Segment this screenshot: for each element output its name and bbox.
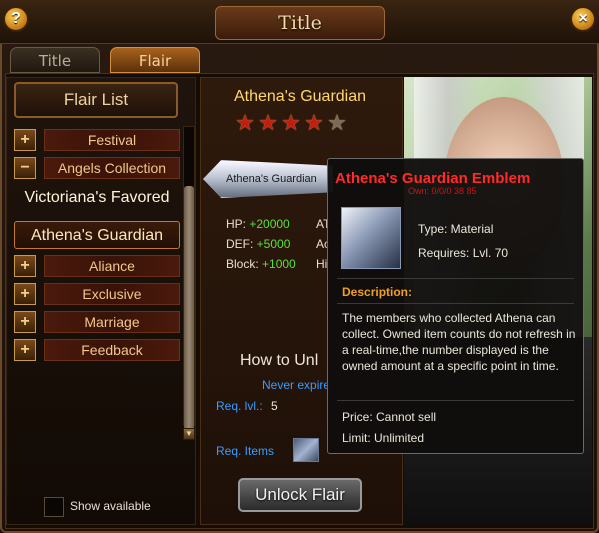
divider (337, 400, 574, 401)
stat-hit: Hi (316, 257, 328, 271)
req-items-label: Req. Items (216, 444, 275, 458)
tooltip-price: Price: Cannot sell (342, 410, 437, 424)
category-label[interactable]: Exclusive (44, 283, 180, 305)
scroll-down-icon[interactable]: ▼ (183, 428, 195, 440)
tooltip-own-count: Own: 0/0/0 38 85 (408, 186, 477, 196)
tooltip-type: Type: Material (418, 222, 494, 236)
expiry-text: Never expire (262, 378, 331, 392)
emblem-label: Athena's Guardian (226, 173, 317, 185)
tooltip-description-header: Description: (342, 285, 413, 299)
stat-hp: HP: +20000 (226, 217, 290, 231)
required-item-icon[interactable] (293, 438, 319, 462)
stat-def: DEF: +5000 (226, 237, 290, 251)
req-level-label: Req. lvl.: (216, 399, 263, 413)
unlock-flair-button[interactable]: Unlock Flair (238, 478, 362, 512)
stat-value: +5000 (256, 237, 291, 251)
tooltip-description: The members who collected Athena can col… (342, 311, 576, 373)
stat-label: DEF: (226, 237, 257, 251)
expand-icon[interactable]: + (14, 339, 36, 361)
stat-label: Block: (226, 257, 263, 271)
expand-icon[interactable]: + (14, 255, 36, 277)
category-angels-collection[interactable]: − Angels Collection (14, 157, 180, 179)
tab-flair[interactable]: Flair (110, 47, 200, 73)
emblem-item-icon (341, 207, 401, 269)
window-title: Title (215, 6, 385, 40)
star-icon: ★ (235, 110, 255, 135)
tab-title[interactable]: Title (10, 47, 100, 73)
star-rating: ★ ★ ★ ★ ★ (234, 112, 349, 135)
collapse-icon[interactable]: − (14, 157, 36, 179)
show-available-checkbox[interactable] (44, 497, 64, 517)
show-available-label: Show available (70, 499, 151, 513)
close-button[interactable]: × (570, 6, 596, 32)
star-icon: ★ (304, 110, 324, 135)
star-icon: ★ (281, 110, 301, 135)
stat-value: +1000 (262, 257, 296, 271)
half-star-icon: ★ (327, 110, 347, 135)
tooltip-limit: Limit: Unlimited (342, 431, 425, 445)
flair-name: Athena's Guardian (233, 88, 367, 105)
help-button[interactable]: ? (3, 6, 29, 32)
category-feedback[interactable]: + Feedback (14, 339, 180, 361)
star-icon: ★ (258, 110, 278, 135)
scrollbar-thumb[interactable] (184, 186, 194, 432)
category-marriage[interactable]: + Marriage (14, 311, 180, 333)
stat-value: +20000 (249, 217, 290, 231)
category-label[interactable]: Marriage (44, 311, 180, 333)
req-level-value: 5 (271, 399, 278, 413)
expand-icon[interactable]: + (14, 129, 36, 151)
category-label[interactable]: Feedback (44, 339, 180, 361)
expand-icon[interactable]: + (14, 311, 36, 333)
flair-item-victorianas-favored[interactable]: Victoriana's Favored (14, 184, 180, 212)
flair-list-header: Flair List (14, 82, 178, 118)
category-label[interactable]: Angels Collection (44, 157, 180, 179)
flair-item-athenas-guardian[interactable]: Athena's Guardian (14, 221, 180, 249)
divider (337, 278, 574, 279)
stat-block: Block: +1000 (226, 257, 296, 271)
expand-icon[interactable]: + (14, 283, 36, 305)
divider (337, 303, 574, 304)
category-festival[interactable]: + Festival (14, 129, 180, 151)
category-label[interactable]: Festival (44, 129, 180, 151)
tooltip-requires: Requires: Lvl. 70 (418, 246, 509, 260)
stat-label: HP: (226, 217, 250, 231)
category-label[interactable]: Aliance (44, 255, 180, 277)
tooltip-title: Athena's Guardian Emblem (335, 170, 531, 187)
how-to-unlock-heading: How to Unl (240, 352, 319, 369)
category-exclusive[interactable]: + Exclusive (14, 283, 180, 305)
category-aliance[interactable]: + Aliance (14, 255, 180, 277)
